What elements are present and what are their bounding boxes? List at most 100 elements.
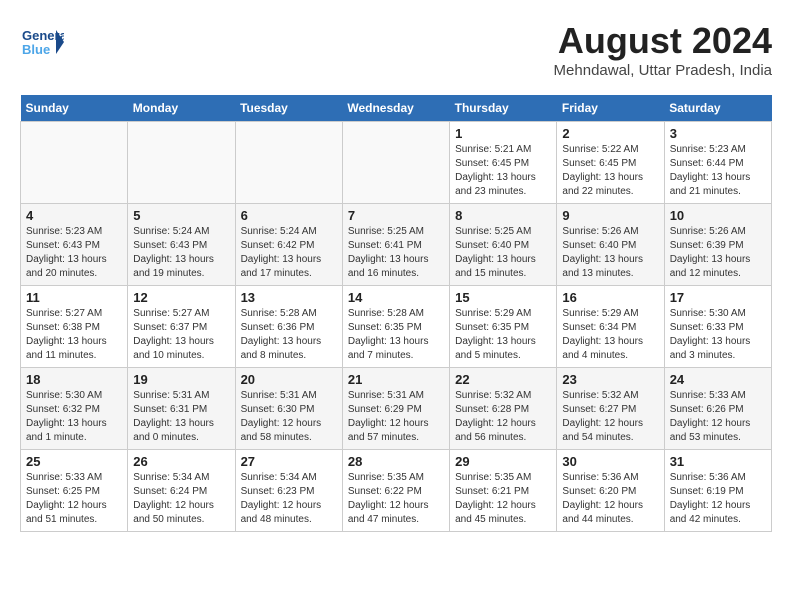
day-number: 27 [241,454,337,469]
header-thursday: Thursday [450,95,557,122]
page-header: General Blue August 2024 Mehndawal, Utta… [20,20,772,79]
calendar-cell: 25 Sunrise: 5:33 AM Sunset: 6:25 PM Dayli… [21,450,128,532]
day-number: 20 [241,372,337,387]
day-number: 26 [133,454,229,469]
day-number: 7 [348,208,444,223]
calendar-cell [342,122,449,204]
calendar-table: SundayMondayTuesdayWednesdayThursdayFrid… [20,95,772,532]
logo-icon: General Blue [20,20,64,64]
calendar-cell: 18Sunrise: 5:30 AM Sunset: 6:32 PM Dayli… [21,368,128,450]
day-number: 22 [455,372,551,387]
day-info: Sunrise: 5:36 AM Sunset: 6:19 PM Dayligh… [670,471,766,527]
calendar-cell: 4 Sunrise: 5:23 AM Sunset: 6:43 PM Daylig… [21,204,128,286]
day-info: Sunrise: 5:29 AM Sunset: 6:35 PM Dayligh… [455,307,551,363]
header-wednesday: Wednesday [342,95,449,122]
day-info: Sunrise: 5:25 AM Sunset: 6:40 PM Dayligh… [455,225,551,281]
day-info: Sunrise: 5:23 AM Sunset: 6:43 PM Dayligh… [26,225,122,281]
calendar-cell: 28Sunrise: 5:35 AM Sunset: 6:22 PM Dayli… [342,450,449,532]
day-number: 14 [348,290,444,305]
calendar-cell: 12Sunrise: 5:27 AM Sunset: 6:37 PM Dayli… [128,286,235,368]
day-number: 5 [133,208,229,223]
calendar-cell: 24 Sunrise: 5:33 AM Sunset: 6:26 PM Dayli… [664,368,771,450]
day-info: Sunrise: 5:35 AM Sunset: 6:21 PM Dayligh… [455,471,551,527]
day-number: 28 [348,454,444,469]
day-number: 3 [670,126,766,141]
day-info: Sunrise: 5:21 AM Sunset: 6:45 PM Dayligh… [455,143,551,199]
calendar-cell: 8 Sunrise: 5:25 AM Sunset: 6:40 PM Daylig… [450,204,557,286]
calendar-cell [21,122,128,204]
day-info: Sunrise: 5:31 AM Sunset: 6:29 PM Dayligh… [348,389,444,445]
week-row-1: 1 Sunrise: 5:21 AM Sunset: 6:45 PM Daylig… [21,122,772,204]
day-info: Sunrise: 5:23 AM Sunset: 6:44 PM Dayligh… [670,143,766,199]
week-row-4: 18Sunrise: 5:30 AM Sunset: 6:32 PM Dayli… [21,368,772,450]
calendar-cell [128,122,235,204]
calendar-cell: 27Sunrise: 5:34 AM Sunset: 6:23 PM Dayli… [235,450,342,532]
day-number: 21 [348,372,444,387]
day-number: 25 [26,454,122,469]
calendar-cell: 16 Sunrise: 5:29 AM Sunset: 6:34 PM Dayli… [557,286,664,368]
day-info: Sunrise: 5:26 AM Sunset: 6:40 PM Dayligh… [562,225,658,281]
day-number: 17 [670,290,766,305]
day-number: 4 [26,208,122,223]
day-number: 24 [670,372,766,387]
header-monday: Monday [128,95,235,122]
calendar-cell: 3 Sunrise: 5:23 AM Sunset: 6:44 PM Daylig… [664,122,771,204]
calendar-cell: 15 Sunrise: 5:29 AM Sunset: 6:35 PM Dayli… [450,286,557,368]
calendar-cell: 17Sunrise: 5:30 AM Sunset: 6:33 PM Dayli… [664,286,771,368]
header-tuesday: Tuesday [235,95,342,122]
calendar-cell: 22 Sunrise: 5:32 AM Sunset: 6:28 PM Dayli… [450,368,557,450]
calendar-cell: 6Sunrise: 5:24 AM Sunset: 6:42 PM Daylig… [235,204,342,286]
header-saturday: Saturday [664,95,771,122]
day-info: Sunrise: 5:32 AM Sunset: 6:28 PM Dayligh… [455,389,551,445]
day-number: 23 [562,372,658,387]
day-info: Sunrise: 5:26 AM Sunset: 6:39 PM Dayligh… [670,225,766,281]
day-number: 18 [26,372,122,387]
day-info: Sunrise: 5:24 AM Sunset: 6:43 PM Dayligh… [133,225,229,281]
title-block: August 2024 Mehndawal, Uttar Pradesh, In… [554,20,772,79]
week-row-2: 4 Sunrise: 5:23 AM Sunset: 6:43 PM Daylig… [21,204,772,286]
calendar-cell: 23 Sunrise: 5:32 AM Sunset: 6:27 PM Dayli… [557,368,664,450]
day-info: Sunrise: 5:31 AM Sunset: 6:31 PM Dayligh… [133,389,229,445]
calendar-header-row: SundayMondayTuesdayWednesdayThursdayFrid… [21,95,772,122]
day-number: 2 [562,126,658,141]
calendar-cell: 29 Sunrise: 5:35 AM Sunset: 6:21 PM Dayli… [450,450,557,532]
day-number: 16 [562,290,658,305]
day-info: Sunrise: 5:29 AM Sunset: 6:34 PM Dayligh… [562,307,658,363]
month-title: August 2024 [554,20,772,62]
day-number: 10 [670,208,766,223]
day-number: 15 [455,290,551,305]
day-info: Sunrise: 5:36 AM Sunset: 6:20 PM Dayligh… [562,471,658,527]
header-friday: Friday [557,95,664,122]
calendar-cell: 2Sunrise: 5:22 AM Sunset: 6:45 PM Daylig… [557,122,664,204]
calendar-cell [235,122,342,204]
day-number: 30 [562,454,658,469]
day-number: 13 [241,290,337,305]
svg-text:Blue: Blue [22,42,50,57]
calendar-cell: 5 Sunrise: 5:24 AM Sunset: 6:43 PM Daylig… [128,204,235,286]
week-row-5: 25 Sunrise: 5:33 AM Sunset: 6:25 PM Dayli… [21,450,772,532]
calendar-cell: 7 Sunrise: 5:25 AM Sunset: 6:41 PM Daylig… [342,204,449,286]
day-info: Sunrise: 5:33 AM Sunset: 6:25 PM Dayligh… [26,471,122,527]
calendar-cell: 9 Sunrise: 5:26 AM Sunset: 6:40 PM Daylig… [557,204,664,286]
day-number: 8 [455,208,551,223]
location: Mehndawal, Uttar Pradesh, India [554,62,772,79]
calendar-cell: 13Sunrise: 5:28 AM Sunset: 6:36 PM Dayli… [235,286,342,368]
day-number: 1 [455,126,551,141]
day-number: 12 [133,290,229,305]
calendar-cell: 21 Sunrise: 5:31 AM Sunset: 6:29 PM Dayli… [342,368,449,450]
day-number: 11 [26,290,122,305]
day-number: 31 [670,454,766,469]
day-info: Sunrise: 5:25 AM Sunset: 6:41 PM Dayligh… [348,225,444,281]
logo: General Blue [20,20,64,64]
calendar-cell: 19 Sunrise: 5:31 AM Sunset: 6:31 PM Dayli… [128,368,235,450]
day-info: Sunrise: 5:33 AM Sunset: 6:26 PM Dayligh… [670,389,766,445]
day-info: Sunrise: 5:32 AM Sunset: 6:27 PM Dayligh… [562,389,658,445]
calendar-cell: 31 Sunrise: 5:36 AM Sunset: 6:19 PM Dayli… [664,450,771,532]
calendar-cell: 11Sunrise: 5:27 AM Sunset: 6:38 PM Dayli… [21,286,128,368]
day-number: 29 [455,454,551,469]
day-number: 9 [562,208,658,223]
header-sunday: Sunday [21,95,128,122]
day-number: 19 [133,372,229,387]
day-info: Sunrise: 5:34 AM Sunset: 6:24 PM Dayligh… [133,471,229,527]
calendar-cell: 26 Sunrise: 5:34 AM Sunset: 6:24 PM Dayli… [128,450,235,532]
